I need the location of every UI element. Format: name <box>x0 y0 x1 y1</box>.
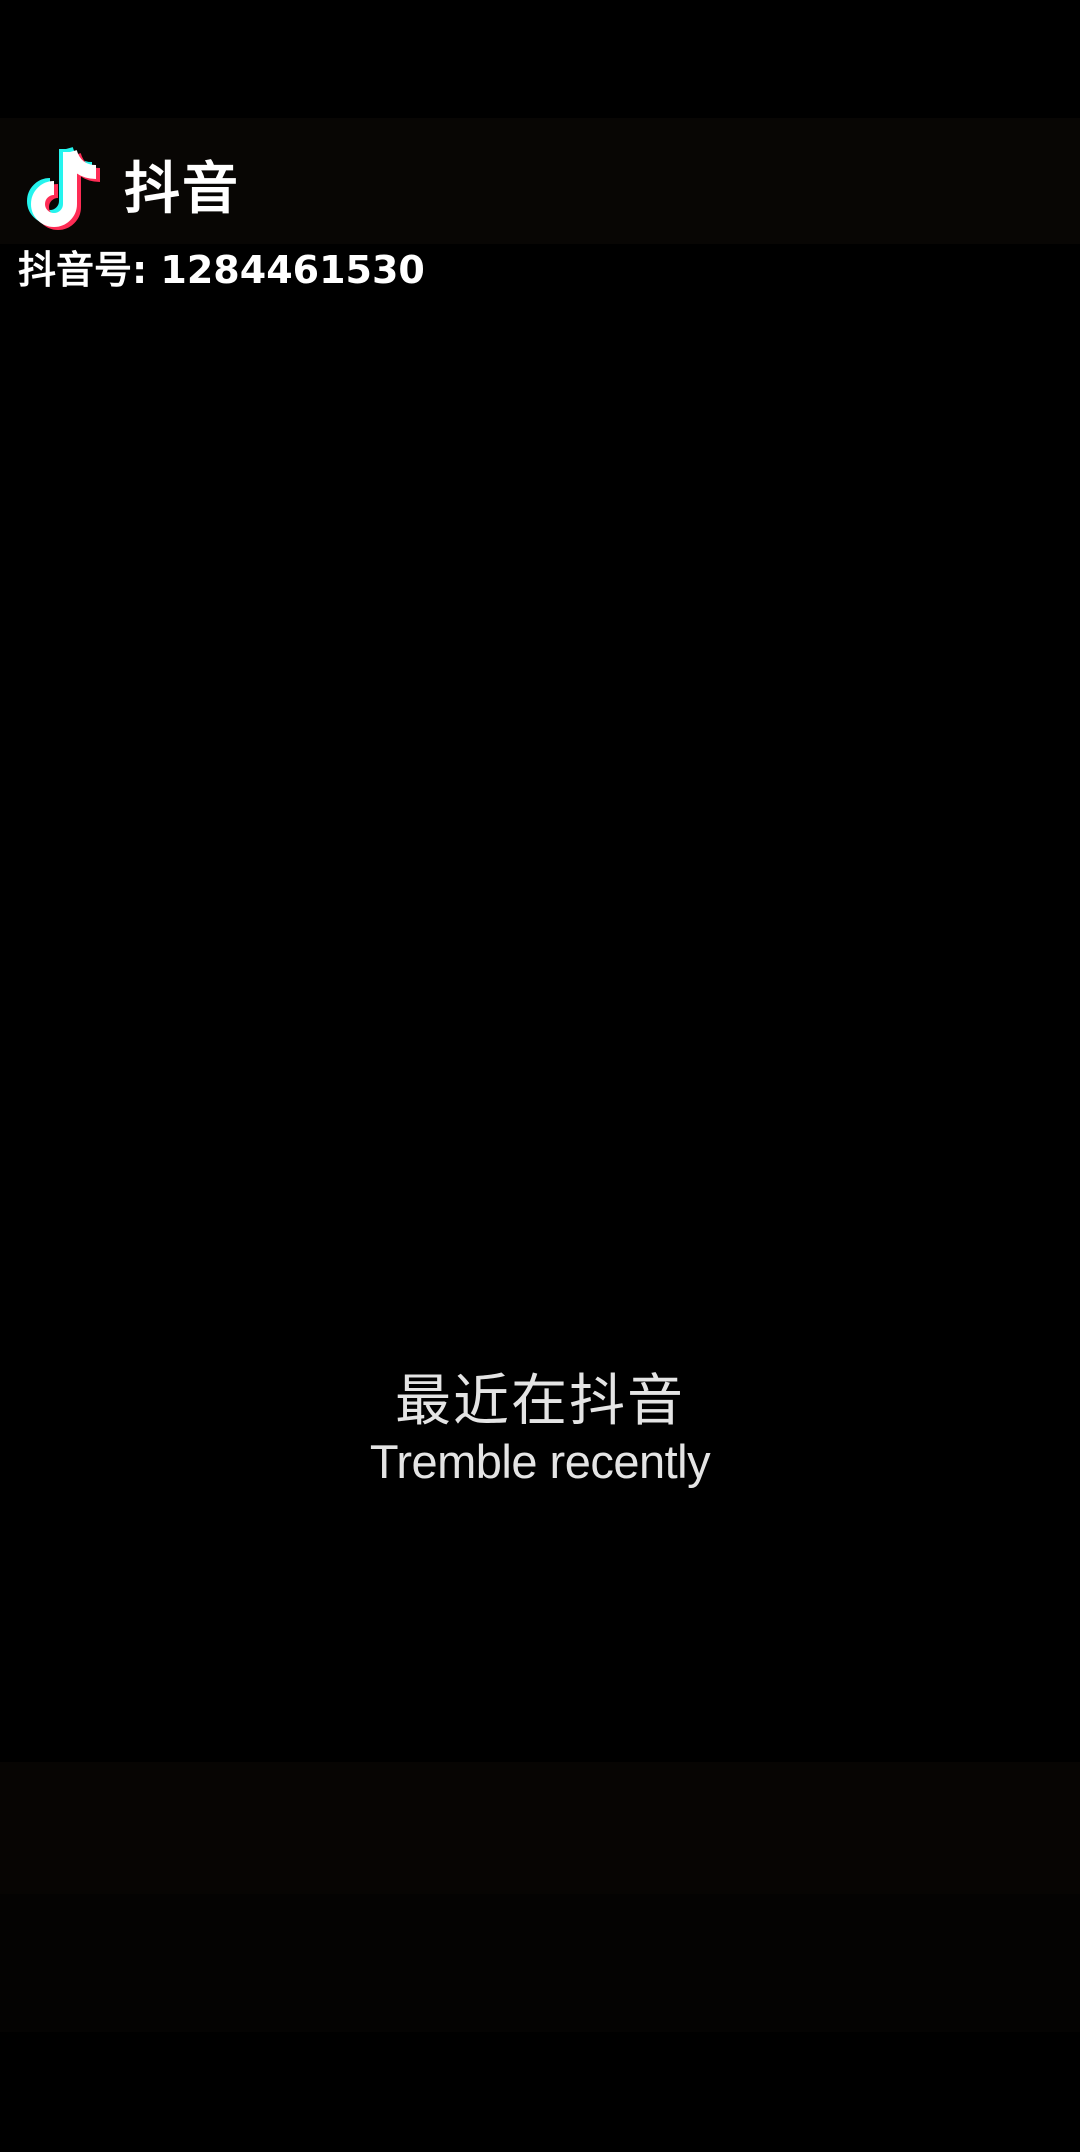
bottom-overlay-band <box>0 1762 1080 1894</box>
douyin-note-icon <box>27 146 101 230</box>
bottom-overlay-band-lower <box>0 1894 1080 2032</box>
douyin-watermark: 抖音 <box>26 140 240 240</box>
brand-name: 抖音 <box>124 157 240 222</box>
caption-chinese: 最近在抖音 <box>395 1369 685 1434</box>
account-id: 抖音号: 1284461530 <box>18 248 425 292</box>
caption-english: Tremble recently <box>369 1435 711 1488</box>
